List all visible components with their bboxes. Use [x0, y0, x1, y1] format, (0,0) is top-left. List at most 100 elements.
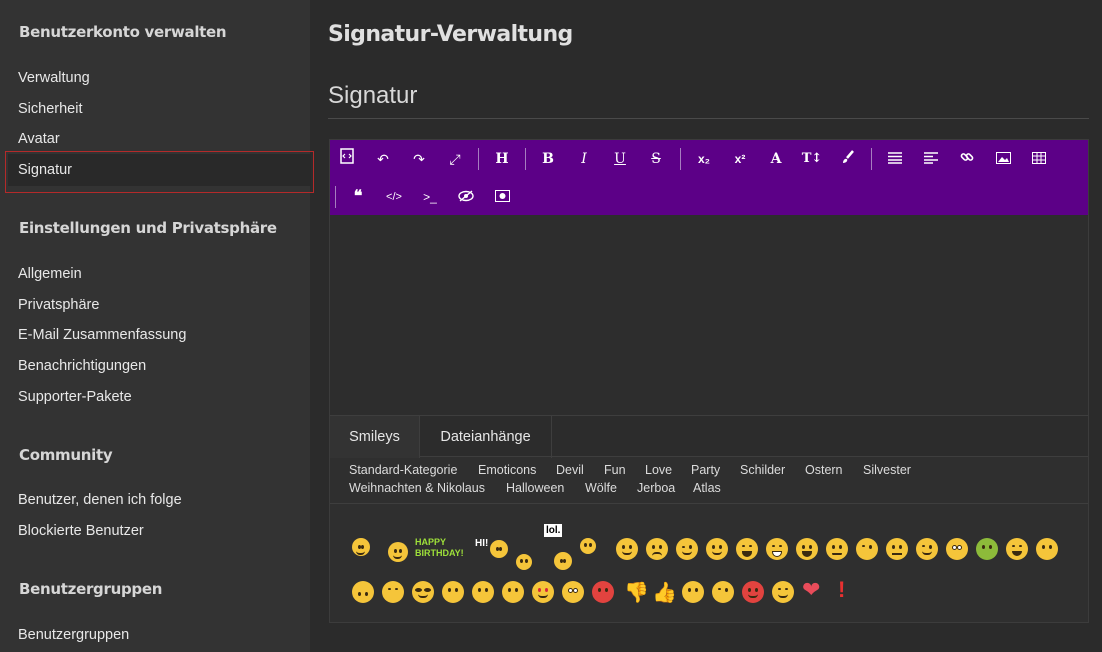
small-smiley-icon[interactable]	[516, 554, 532, 570]
redo-icon[interactable]: ↷	[406, 148, 432, 170]
tab-attachments[interactable]: Dateianhänge	[420, 416, 552, 458]
format-brush-icon[interactable]	[835, 148, 861, 170]
sidebar-heading-community: Community	[19, 446, 113, 464]
sidebar-item-sicherheit[interactable]: Sicherheit	[18, 101, 82, 117]
lol-smiley-icon[interactable]	[554, 552, 572, 570]
thinking-icon[interactable]	[1036, 538, 1058, 560]
sidebar-item-privatsphaere[interactable]: Privatsphäre	[18, 297, 99, 313]
signature-text-area[interactable]	[330, 215, 1088, 415]
section-divider	[328, 118, 1089, 119]
kiss-icon[interactable]	[712, 581, 734, 603]
angel-icon[interactable]	[772, 581, 794, 603]
heading-icon[interactable]: H	[489, 148, 515, 170]
table-icon[interactable]	[1026, 148, 1052, 170]
sidebar-item-avatar[interactable]: Avatar	[18, 131, 60, 147]
wink-icon[interactable]	[676, 538, 698, 560]
category-link[interactable]: Silvester	[863, 463, 911, 477]
list-icon[interactable]	[882, 148, 908, 170]
dizzy-icon[interactable]	[682, 581, 704, 603]
cool-icon[interactable]	[412, 581, 434, 603]
confused-icon[interactable]	[442, 581, 464, 603]
lol-sign-icon[interactable]: lol.	[544, 524, 563, 537]
category-link[interactable]: Devil	[556, 463, 584, 477]
smiley-icon[interactable]	[352, 538, 370, 556]
kiss-wink-icon[interactable]	[856, 538, 878, 560]
sidebar-item-allgemein[interactable]: Allgemein	[18, 266, 82, 282]
font-color-icon[interactable]: A	[763, 148, 789, 170]
sidebar-item-verwaltung[interactable]: Verwaltung	[18, 70, 90, 86]
category-link[interactable]: Fun	[604, 463, 626, 477]
strikethrough-icon[interactable]: S	[643, 148, 669, 170]
category-link[interactable]: Atlas	[693, 481, 721, 495]
code-icon[interactable]: </>	[381, 186, 407, 208]
superscript-icon[interactable]: x²	[727, 148, 753, 170]
surprised-icon[interactable]	[472, 581, 494, 603]
tired-icon[interactable]	[1006, 538, 1028, 560]
inline-code-icon[interactable]: >_	[417, 186, 443, 208]
devil-icon[interactable]	[742, 581, 764, 603]
bold-icon[interactable]: B	[535, 148, 561, 170]
tongue-wink-icon[interactable]	[916, 538, 938, 560]
thumbs-down-icon[interactable]: 👎	[624, 580, 649, 605]
page-title: Signatur-Verwaltung	[328, 22, 573, 47]
birthday-banner-icon[interactable]: HAPPY BIRTHDAY!	[415, 537, 475, 559]
unamused-icon[interactable]	[382, 581, 404, 603]
rage-icon[interactable]	[592, 581, 614, 603]
thumbs-up-icon[interactable]: 👍	[652, 580, 677, 605]
category-link[interactable]: Love	[645, 463, 672, 477]
image-icon[interactable]	[990, 148, 1016, 170]
spoiler-icon[interactable]	[453, 186, 479, 208]
underline-icon[interactable]: U	[607, 148, 633, 170]
sidebar-item-notifications[interactable]: Benachrichtigungen	[18, 358, 146, 374]
sidebar-item-blocked[interactable]: Blockierte Benutzer	[18, 523, 144, 539]
tab-smileys[interactable]: Smileys	[330, 416, 420, 458]
rolling-eyes-icon[interactable]	[502, 581, 524, 603]
sidebar-item-signatur[interactable]: Signatur	[18, 162, 72, 178]
quote-icon[interactable]: ❝	[345, 186, 371, 208]
sad-icon[interactable]	[646, 538, 668, 560]
heart-icon[interactable]: ❤	[802, 577, 820, 603]
hi-smiley-icon[interactable]: HI!	[475, 538, 488, 549]
sidebar: Benutzerkonto verwalten Verwaltung Siche…	[0, 0, 314, 652]
category-link[interactable]: Schilder	[740, 463, 785, 477]
category-link[interactable]: Ostern	[805, 463, 843, 477]
wave-smiley-icon[interactable]	[490, 540, 508, 558]
grin-smiley-icon[interactable]	[580, 538, 596, 554]
section-title: Signatur	[328, 82, 418, 109]
sick-icon[interactable]	[976, 538, 998, 560]
fullscreen-icon[interactable]: ⤢	[442, 148, 468, 170]
sidebar-item-email-summary[interactable]: E-Mail Zusammenfassung	[18, 327, 186, 343]
align-icon[interactable]	[918, 148, 944, 170]
cry-icon[interactable]	[796, 538, 818, 560]
astonished-icon[interactable]	[562, 581, 584, 603]
neutral-icon[interactable]	[886, 538, 908, 560]
heart-eyes-icon[interactable]	[532, 581, 554, 603]
italic-icon[interactable]: I	[571, 148, 597, 170]
category-link[interactable]: Standard-Kategorie	[349, 463, 457, 477]
source-code-icon[interactable]	[334, 148, 360, 170]
category-link[interactable]: Weihnachten & Nikolaus	[349, 481, 485, 495]
category-link[interactable]: Party	[691, 463, 720, 477]
media-icon[interactable]	[489, 186, 515, 208]
sidebar-item-following[interactable]: Benutzer, denen ich folge	[18, 492, 182, 508]
subscript-icon[interactable]: x₂	[691, 148, 717, 170]
sidebar-item-supporter[interactable]: Supporter-Pakete	[18, 389, 132, 405]
sidebar-item-usergroups[interactable]: Benutzergruppen	[18, 627, 129, 643]
angry-icon[interactable]	[826, 538, 848, 560]
smile-icon[interactable]	[616, 538, 638, 560]
category-link[interactable]: Halloween	[506, 481, 564, 495]
shocked-icon[interactable]	[946, 538, 968, 560]
upside-down-icon[interactable]	[352, 581, 374, 603]
laugh-icon[interactable]	[736, 538, 758, 560]
category-link[interactable]: Wölfe	[585, 481, 617, 495]
birthday-smiley-icon[interactable]	[388, 542, 408, 562]
exclamation-icon[interactable]: !	[838, 577, 845, 603]
undo-icon[interactable]: ↶	[370, 148, 396, 170]
font-size-icon[interactable]: T↕	[799, 148, 825, 170]
tongue-icon[interactable]	[706, 538, 728, 560]
category-link[interactable]: Emoticons	[478, 463, 536, 477]
category-link[interactable]: Jerboa	[637, 481, 675, 495]
grin-icon[interactable]	[766, 538, 788, 560]
link-icon[interactable]	[954, 148, 980, 170]
toolbar-separator	[335, 186, 336, 208]
